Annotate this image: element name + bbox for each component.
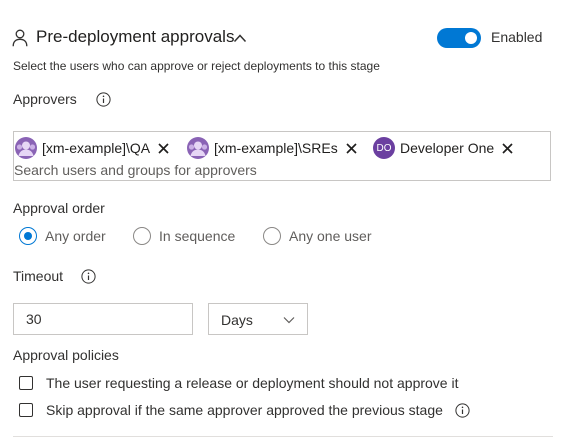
group-icon <box>16 141 36 156</box>
toggle-knob <box>465 32 477 44</box>
radio-in-sequence[interactable]: In sequence <box>133 227 235 245</box>
radio-button[interactable] <box>133 227 151 245</box>
timeout-unit-dropdown[interactable]: Days <box>208 303 308 335</box>
approver-search-input[interactable] <box>14 161 534 179</box>
timeout-value-input[interactable] <box>13 303 193 335</box>
timeout-label: Timeout <box>13 268 64 284</box>
policy-label: Skip approval if the same approver appro… <box>46 402 443 418</box>
approval-policies-label: Approval policies <box>13 347 119 363</box>
radio-button-checked[interactable] <box>19 227 37 245</box>
policy-checkbox[interactable] <box>19 403 33 417</box>
radio-label: Any order <box>45 228 106 244</box>
radio-any-order[interactable]: Any order <box>19 227 106 245</box>
chip-label: Developer One <box>400 140 495 156</box>
group-icon <box>188 141 208 156</box>
dropdown-selected-value: Days <box>221 312 253 328</box>
approver-chip: DO Developer One <box>373 136 513 160</box>
divider <box>13 436 553 437</box>
info-icon[interactable] <box>81 269 96 284</box>
enabled-toggle[interactable] <box>437 28 481 48</box>
group-avatar <box>15 137 37 159</box>
approver-chip: [xm-example]\SREs <box>187 136 357 160</box>
remove-approver-icon[interactable] <box>346 142 357 154</box>
radio-label: Any one user <box>289 228 372 244</box>
policy-row: The user requesting a release or deploym… <box>19 375 458 391</box>
chip-label: [xm-example]\SREs <box>214 140 338 156</box>
person-icon <box>12 29 28 47</box>
policy-checkbox[interactable] <box>19 376 33 390</box>
approval-order-label: Approval order <box>13 200 105 216</box>
approver-chip: [xm-example]\QA <box>15 136 169 160</box>
remove-approver-icon[interactable] <box>502 142 513 154</box>
remove-approver-icon[interactable] <box>158 142 169 154</box>
radio-label: In sequence <box>159 228 236 244</box>
radio-button[interactable] <box>263 227 281 245</box>
toggle-label: Enabled <box>491 29 543 45</box>
radio-any-one-user[interactable]: Any one user <box>263 227 372 245</box>
chevron-down-icon <box>283 317 295 324</box>
info-icon[interactable] <box>455 402 470 418</box>
group-avatar <box>187 137 209 159</box>
policy-label: The user requesting a release or deploym… <box>46 375 459 391</box>
section-description: Select the users who can approve or reje… <box>13 59 380 73</box>
approvers-label: Approvers <box>13 91 77 107</box>
chip-label: [xm-example]\QA <box>42 140 151 156</box>
policy-row: Skip approval if the same approver appro… <box>19 402 470 418</box>
chevron-up-icon[interactable] <box>233 33 247 43</box>
approvers-picker[interactable]: [xm-example]\QA [xm-example]\SREs DO Dev… <box>13 131 551 181</box>
page-title: Pre-deployment approvals <box>36 27 235 46</box>
info-icon[interactable] <box>96 92 111 107</box>
user-avatar: DO <box>373 137 395 159</box>
